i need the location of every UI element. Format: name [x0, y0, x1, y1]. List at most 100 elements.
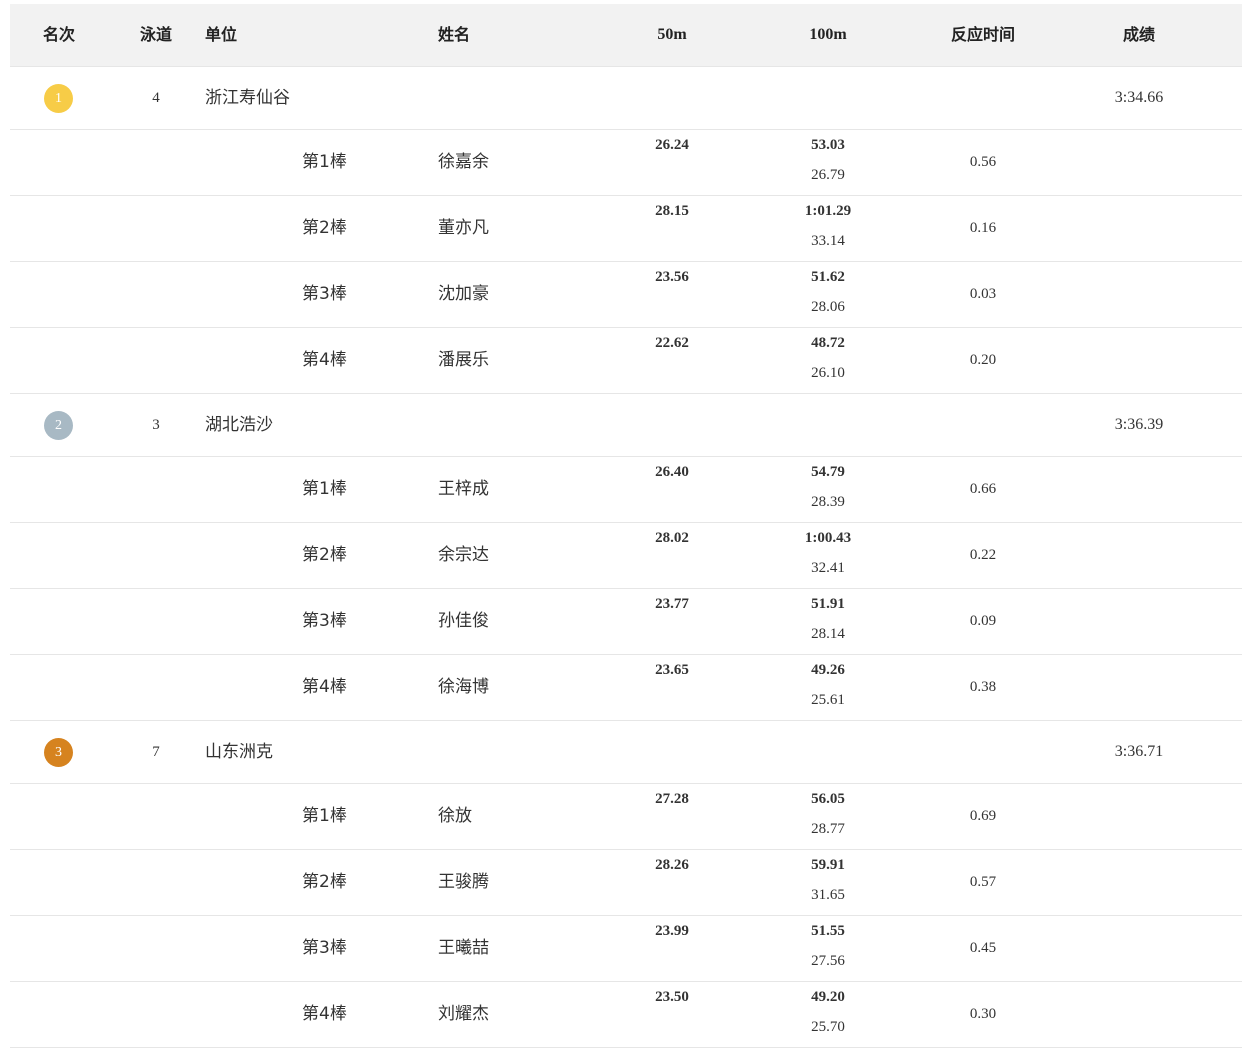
team-name: 山东洲克 [205, 742, 273, 762]
swimmer-name: 徐海博 [438, 677, 489, 697]
rank-badge: 1 [44, 84, 73, 113]
leg-time: 26.79 [811, 167, 845, 183]
split-50m: 22.62 [655, 335, 689, 351]
table-body: 1 4 浙江寿仙谷 3:34.66 第1棒 徐嘉余 26.24 53.03 26.79 0.56 第… [10, 67, 1242, 1048]
rank-badge: 2 [44, 411, 73, 440]
leg-row: 第1棒 徐放 27.28 56.05 28.77 0.69 [10, 784, 1242, 850]
split-100m: 59.91 [811, 857, 845, 873]
split-50m: 28.02 [655, 530, 689, 546]
header-reaction: 反应时间 [950, 25, 1016, 44]
leg-label: 第2棒 [302, 872, 347, 892]
reaction-time: 0.69 [969, 808, 997, 824]
split-100m: 49.20 [811, 989, 845, 1005]
split-50m: 28.15 [655, 203, 689, 219]
leg-row: 第3棒 王曦喆 23.99 51.55 27.56 0.45 [10, 916, 1242, 982]
leg-row: 第3棒 沈加豪 23.56 51.62 28.06 0.03 [10, 262, 1242, 328]
leg-time: 28.77 [811, 821, 845, 837]
split-100m: 48.72 [811, 335, 845, 351]
leg-row: 第1棒 徐嘉余 26.24 53.03 26.79 0.56 [10, 130, 1242, 196]
leg-time: 33.14 [811, 233, 845, 249]
leg-time: 26.10 [811, 365, 845, 381]
leg-label: 第2棒 [302, 545, 347, 565]
reaction-time: 0.45 [969, 940, 997, 956]
reaction-time: 0.56 [969, 154, 997, 170]
split-50m: 23.50 [655, 989, 689, 1005]
leg-time: 25.70 [811, 1019, 845, 1035]
reaction-time: 0.20 [969, 352, 997, 368]
leg-row: 第4棒 徐海博 23.65 49.26 25.61 0.38 [10, 655, 1242, 721]
reaction-time: 0.66 [969, 481, 997, 497]
split-50m: 27.28 [655, 791, 689, 807]
reaction-time: 0.57 [969, 874, 997, 890]
team-name: 湖北浩沙 [205, 415, 273, 435]
reaction-time: 0.22 [969, 547, 997, 563]
leg-label: 第1棒 [302, 479, 347, 499]
leg-time: 28.14 [811, 626, 845, 642]
split-50m: 23.56 [655, 269, 689, 285]
leg-time: 27.56 [811, 953, 845, 969]
split-100m: 51.55 [811, 923, 845, 939]
rank-badge: 3 [44, 738, 73, 767]
leg-row: 第2棒 王骏腾 28.26 59.91 31.65 0.57 [10, 850, 1242, 916]
leg-label: 第4棒 [302, 677, 347, 697]
leg-time: 28.06 [811, 299, 845, 315]
reaction-time: 0.16 [969, 220, 997, 236]
swimmer-name: 徐嘉余 [438, 152, 489, 172]
swimmer-name: 余宗达 [438, 545, 489, 565]
header-split50: 50m [657, 26, 687, 43]
swimmer-name: 孙佳俊 [438, 611, 489, 631]
leg-label: 第3棒 [302, 938, 347, 958]
split-50m: 28.26 [655, 857, 689, 873]
team-result: 3:34.66 [1114, 89, 1164, 106]
swimmer-name: 王曦喆 [438, 938, 489, 958]
header-team: 单位 [205, 25, 238, 44]
leg-time: 31.65 [811, 887, 845, 903]
leg-label: 第2棒 [302, 218, 347, 238]
swimmer-name: 董亦凡 [438, 218, 489, 238]
lane-number: 4 [152, 90, 160, 106]
swimmer-name: 沈加豪 [438, 284, 489, 304]
leg-time: 32.41 [811, 560, 845, 576]
team-row: 2 3 湖北浩沙 3:36.39 [10, 394, 1242, 457]
leg-row: 第3棒 孙佳俊 23.77 51.91 28.14 0.09 [10, 589, 1242, 655]
leg-label: 第3棒 [302, 611, 347, 631]
swimmer-name: 王梓成 [438, 479, 489, 499]
split-100m: 1:01.29 [804, 203, 852, 219]
team-row: 3 7 山东洲克 3:36.71 [10, 721, 1242, 784]
header-lane: 泳道 [139, 25, 173, 44]
header-split100: 100m [809, 26, 847, 43]
team-result: 3:36.39 [1114, 416, 1164, 433]
table-header: 名次 泳道 单位 姓名 50m 100m 反应时间 成绩 [10, 4, 1242, 67]
leg-label: 第3棒 [302, 284, 347, 304]
split-100m: 56.05 [811, 791, 845, 807]
leg-row: 第1棒 王梓成 26.40 54.79 28.39 0.66 [10, 457, 1242, 523]
split-100m: 51.62 [811, 269, 845, 285]
header-name: 姓名 [438, 25, 471, 44]
split-50m: 26.24 [655, 137, 689, 153]
reaction-time: 0.30 [969, 1006, 997, 1022]
leg-label: 第4棒 [302, 350, 347, 370]
split-100m: 53.03 [811, 137, 845, 153]
swimmer-name: 徐放 [438, 806, 472, 826]
leg-label: 第1棒 [302, 806, 347, 826]
leg-label: 第1棒 [302, 152, 347, 172]
team-row: 1 4 浙江寿仙谷 3:34.66 [10, 67, 1242, 130]
lane-number: 3 [152, 417, 160, 433]
split-50m: 23.99 [655, 923, 689, 939]
swimmer-name: 刘耀杰 [438, 1004, 489, 1024]
leg-time: 25.61 [811, 692, 845, 708]
header-rank: 名次 [42, 25, 76, 44]
swimmer-name: 王骏腾 [438, 872, 489, 892]
leg-row: 第2棒 董亦凡 28.15 1:01.29 33.14 0.16 [10, 196, 1242, 262]
split-50m: 23.65 [655, 662, 689, 678]
split-100m: 51.91 [811, 596, 845, 612]
leg-row: 第2棒 余宗达 28.02 1:00.43 32.41 0.22 [10, 523, 1242, 589]
header-result: 成绩 [1122, 25, 1156, 44]
leg-label: 第4棒 [302, 1004, 347, 1024]
leg-time: 28.39 [811, 494, 845, 510]
split-100m: 54.79 [811, 464, 845, 480]
reaction-time: 0.38 [969, 679, 997, 695]
split-50m: 23.77 [655, 596, 689, 612]
results-table: 名次 泳道 单位 姓名 50m 100m 反应时间 成绩 1 4 浙江寿仙谷 3:34… [10, 4, 1242, 1048]
reaction-time: 0.09 [969, 613, 997, 629]
